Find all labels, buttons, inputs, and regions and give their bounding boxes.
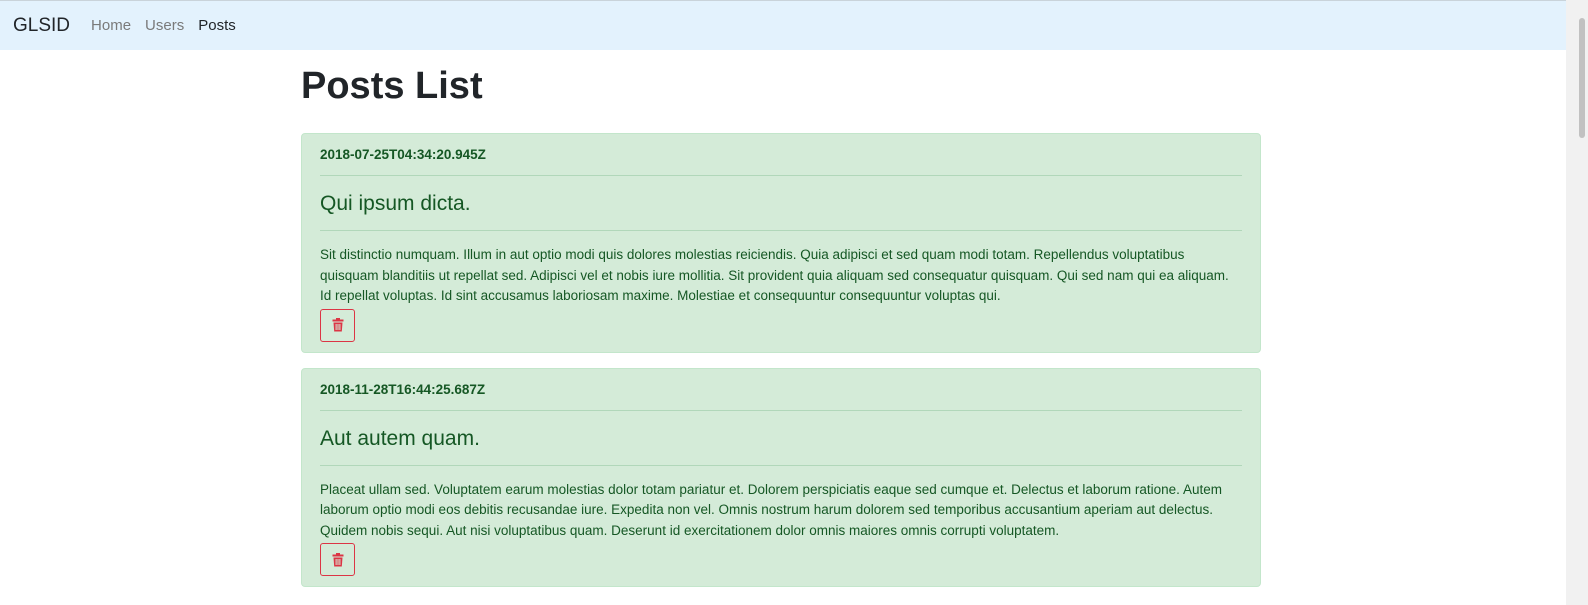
post-card: 2018-07-25T04:34:20.945Z Qui ipsum dicta…: [301, 133, 1261, 353]
post-body: Placeat ullam sed. Voluptatem earum mole…: [320, 481, 1222, 538]
delete-post-button[interactable]: [320, 543, 355, 576]
main-container: Posts List 2018-07-25T04:34:20.945Z Qui …: [301, 50, 1261, 602]
navbar: GLSID Home Users Posts: [0, 0, 1566, 50]
trash-icon: [332, 318, 343, 332]
navbar-brand[interactable]: GLSID: [13, 15, 70, 37]
post-body: Sit distinctio numquam. Illum in aut opt…: [320, 247, 1229, 303]
page-title: Posts List: [301, 65, 483, 107]
delete-post-button[interactable]: [320, 308, 355, 342]
post-date: 2018-07-25T04:34:20.945Z: [320, 146, 1242, 176]
scrollbar-thumb[interactable]: [1579, 18, 1585, 138]
trash-icon: [332, 552, 343, 566]
nav-link-users[interactable]: Users: [145, 17, 184, 34]
nav-link-home[interactable]: Home: [91, 17, 131, 34]
page-scrollbar[interactable]: [1566, 0, 1588, 605]
post-title: Aut autem quam.: [320, 411, 1242, 466]
posts-list: 2018-07-25T04:34:20.945Z Qui ipsum dicta…: [301, 133, 1261, 587]
post-date: 2018-11-28T16:44:25.687Z: [320, 381, 1242, 411]
post-card: 2018-11-28T16:44:25.687Z Aut autem quam.…: [301, 367, 1261, 587]
nav-link-posts[interactable]: Posts: [198, 17, 236, 34]
post-title: Qui ipsum dicta.: [320, 176, 1242, 231]
